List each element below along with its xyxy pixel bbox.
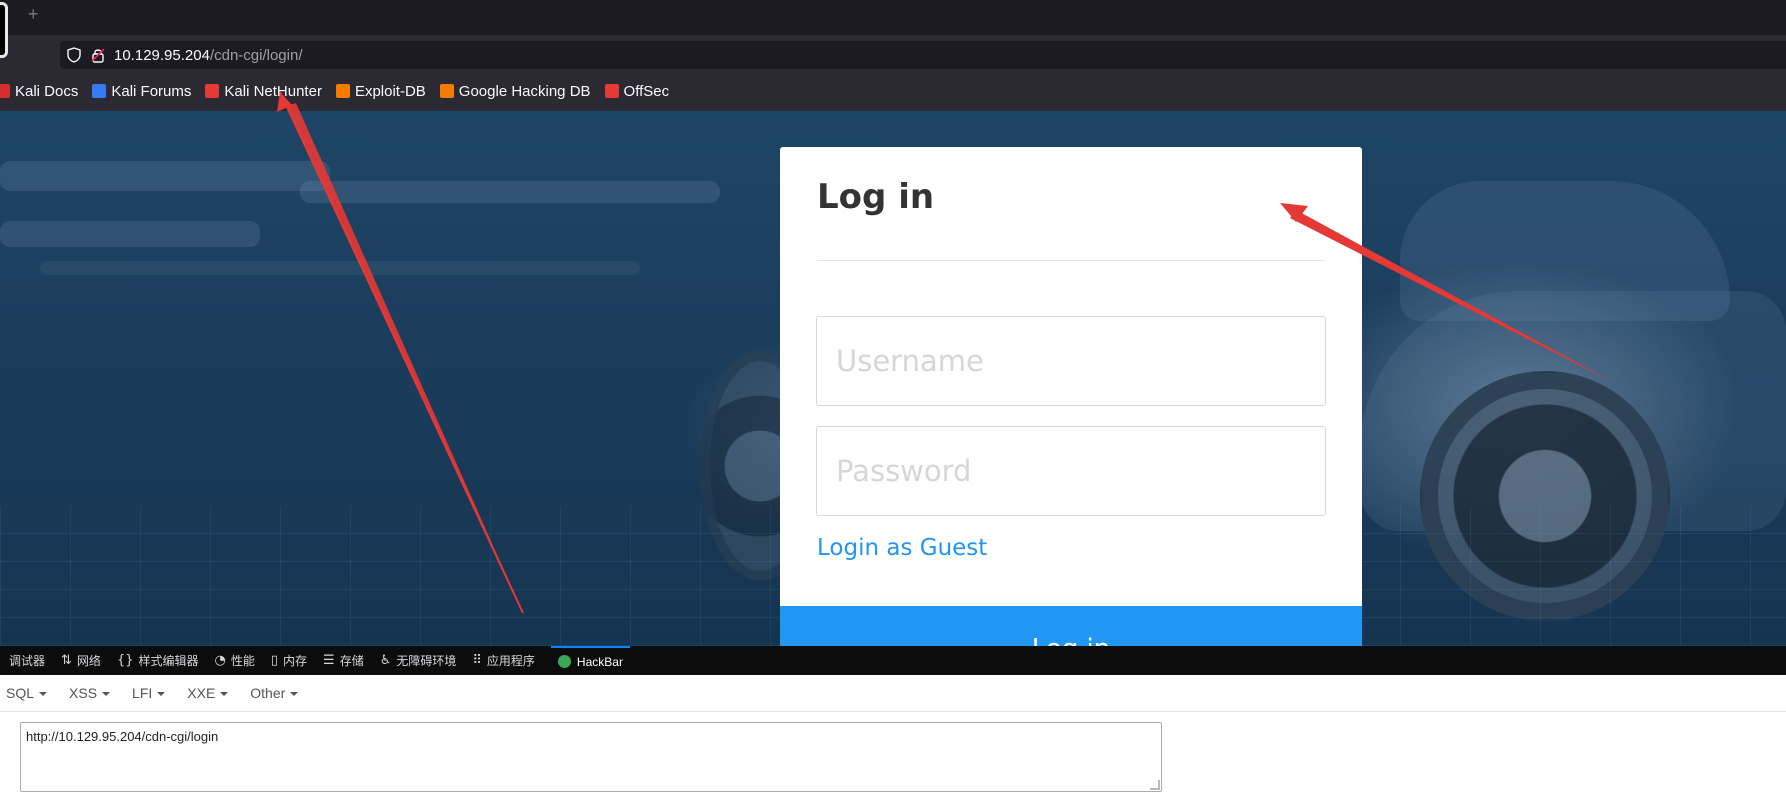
exploit-db-icon bbox=[335, 84, 350, 98]
bookmark-label: OffSec bbox=[623, 82, 670, 100]
hackbar-menu-xxe[interactable]: XXE bbox=[187, 685, 229, 701]
kali-docs-icon bbox=[0, 84, 10, 98]
hackbar-menu-other[interactable]: Other bbox=[250, 685, 299, 701]
hackbar-menu-xss[interactable]: XSS bbox=[69, 685, 111, 701]
divider bbox=[817, 260, 1325, 261]
browser-tab[interactable] bbox=[0, 2, 8, 58]
devtools-tab-label: 存储 bbox=[339, 654, 364, 668]
caret-down-icon bbox=[157, 692, 166, 697]
caret-down-icon bbox=[39, 692, 48, 697]
caret-down-icon bbox=[220, 692, 229, 697]
hackbar-menu-label: SQL bbox=[6, 685, 35, 701]
caret-down-icon bbox=[290, 692, 299, 697]
login-as-guest-link[interactable]: Login as Guest bbox=[817, 535, 987, 561]
bookmark-label: Google Hacking DB bbox=[458, 82, 591, 100]
bookmark-label: Kali Forums bbox=[111, 82, 192, 100]
devtools-tab-label: 调试器 bbox=[9, 654, 46, 668]
devtools-tab-3[interactable]: ◔ 性能 bbox=[215, 646, 255, 675]
bookmark-offsec[interactable]: OffSec bbox=[604, 82, 670, 100]
url-path: /cdn-cgi/login/ bbox=[209, 46, 303, 64]
kali-forums-icon bbox=[92, 84, 107, 98]
hackbar-menu-label: XXE bbox=[187, 685, 216, 701]
devtools-tab-label: 无障碍环境 bbox=[396, 654, 457, 668]
devtools-tab-5[interactable]: ☰ 存储 bbox=[323, 646, 364, 675]
tab-strip: + bbox=[0, 0, 1786, 58]
bookmark-kali-forums[interactable]: Kali Forums bbox=[92, 83, 191, 100]
resize-grip-icon[interactable] bbox=[1150, 780, 1160, 790]
accessibility-icon: ♿ bbox=[379, 653, 392, 668]
username-input[interactable] bbox=[816, 316, 1326, 406]
performance-icon: ◔ bbox=[214, 653, 226, 668]
devtools-tab-label: 内存 bbox=[283, 654, 308, 668]
navigation-bar: 10.129.95.204/cdn-cgi/login/ bbox=[0, 35, 1786, 71]
devtools-tab-label: 应用程序 bbox=[486, 654, 535, 668]
lock-warning-icon[interactable] bbox=[90, 47, 106, 63]
devtools-tab-label: 样式编辑器 bbox=[138, 654, 199, 668]
ghdb-icon bbox=[439, 84, 454, 98]
devtools-tab-2[interactable]: {} 样式编辑器 bbox=[117, 646, 199, 675]
hackbar-menu-label: Other bbox=[250, 685, 286, 701]
devtools-tab-4[interactable]: ▯ 内存 bbox=[271, 646, 307, 675]
application-icon: ⠿ bbox=[472, 653, 482, 668]
style-editor-icon: {} bbox=[116, 653, 134, 668]
devtools-tab-label: 网络 bbox=[76, 654, 101, 668]
hackbar-menu: SQL XSS LFI XXE Other bbox=[0, 675, 1786, 712]
new-tab-button[interactable]: + bbox=[28, 4, 39, 25]
bookmark-kali-docs[interactable]: Kali Docs bbox=[0, 83, 78, 100]
devtools-tab-label: HackBar bbox=[576, 654, 623, 669]
bookmark-label: Kali Docs bbox=[15, 82, 79, 100]
password-input[interactable] bbox=[816, 426, 1326, 516]
bookmark-label: Kali NetHunter bbox=[224, 82, 322, 100]
devtools-tab-8[interactable]: HackBar bbox=[550, 646, 630, 675]
devtools-tab-7[interactable]: ⠿ 应用程序 bbox=[472, 646, 535, 675]
devtools-toolbar: 调试器 ⇅ 网络 {} 样式编辑器 ◔ 性能 ▯ 内存 ☰ 存储 ♿ 无障碍环境 ⠿ 应用程序 HackBar bbox=[0, 646, 1786, 675]
bookmark-kali-nethunter[interactable]: Kali NetHunter bbox=[205, 83, 322, 100]
bookmark-label: Exploit-DB bbox=[354, 82, 426, 100]
hackbar-menu-sql[interactable]: SQL bbox=[6, 685, 48, 701]
login-title: Log in bbox=[817, 177, 935, 217]
offsec-icon bbox=[604, 84, 619, 98]
devtools-tab-1[interactable]: ⇅ 网络 bbox=[61, 646, 101, 675]
bookmarks-toolbar: Kali Docs Kali Forums Kali NetHunter Exploi… bbox=[0, 71, 1786, 111]
hackbar-icon bbox=[557, 655, 571, 668]
bookmark-google-hacking-db[interactable]: Google Hacking DB bbox=[439, 82, 591, 100]
shield-icon[interactable] bbox=[66, 47, 82, 63]
hackbar-url-input[interactable]: http://10.129.95.204/cdn-cgi/login bbox=[20, 722, 1162, 792]
hackbar-menu-lfi[interactable]: LFI bbox=[132, 685, 166, 701]
url-host: 10.129.95.204 bbox=[114, 46, 210, 64]
caret-down-icon bbox=[102, 692, 111, 697]
storage-icon: ☰ bbox=[323, 653, 335, 668]
nethunter-icon bbox=[205, 84, 220, 98]
network-icon: ⇅ bbox=[61, 653, 72, 668]
login-card: Log in Login as Guest Log in bbox=[780, 147, 1362, 667]
devtools-tab-6[interactable]: ♿ 无障碍环境 bbox=[380, 646, 457, 675]
address-bar[interactable]: 10.129.95.204/cdn-cgi/login/ bbox=[60, 41, 1786, 69]
hackbar-menu-label: XSS bbox=[69, 685, 98, 701]
devtools-tab-label: 性能 bbox=[230, 654, 255, 668]
hackbar-panel: SQL XSS LFI XXE Other http://10.129.95.204/c… bbox=[0, 675, 1786, 797]
memory-icon: ▯ bbox=[270, 653, 279, 668]
bookmark-exploit-db[interactable]: Exploit-DB bbox=[335, 82, 426, 100]
hackbar-menu-label: LFI bbox=[132, 685, 153, 701]
devtools-tab-0[interactable]: 调试器 bbox=[4, 646, 45, 675]
